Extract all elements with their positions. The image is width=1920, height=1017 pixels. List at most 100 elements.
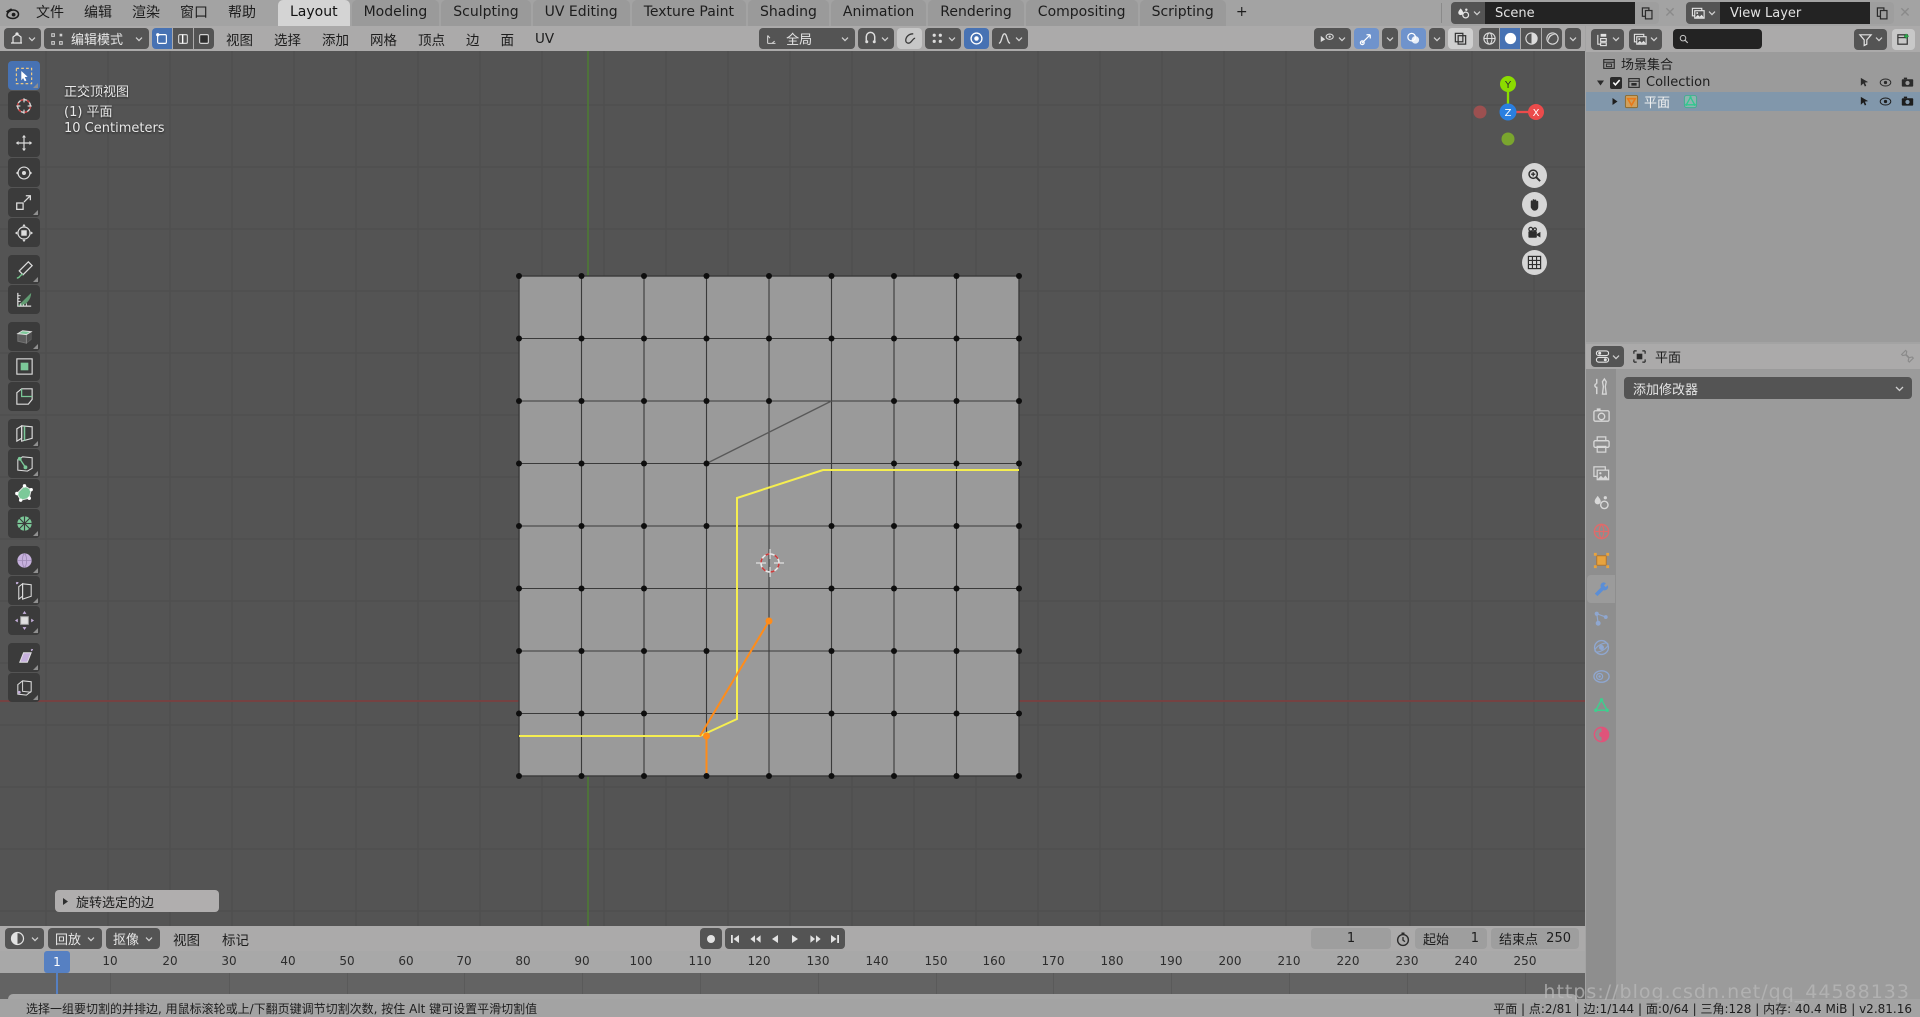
snapping-button[interactable] [858,28,895,49]
overlays-toggle[interactable] [1401,28,1426,49]
pin-icon[interactable] [1900,349,1915,364]
properties-tab-modifier[interactable] [1587,575,1615,603]
new-scene-icon[interactable] [1635,2,1659,24]
operator-redo-panel[interactable]: 旋转选定的边 [55,890,219,912]
tool-loop-cut[interactable] [8,419,40,448]
properties-tab-view-layer[interactable] [1587,459,1615,487]
tool-knife[interactable] [8,449,40,478]
collection-checkbox[interactable] [1610,76,1622,89]
overlays-options-button[interactable] [1429,28,1445,49]
properties-tab-material[interactable] [1587,720,1615,748]
material-shading-icon[interactable] [1521,28,1541,49]
workspace-tab-shading[interactable]: Shading [748,0,829,26]
menu-help[interactable]: 帮助 [218,1,266,25]
workspace-tab-scripting[interactable]: Scripting [1139,0,1226,26]
properties-tab-particles[interactable] [1587,604,1615,632]
remove-view-layer-icon[interactable]: ✕ [1894,2,1916,24]
camera-render-icon[interactable] [1901,95,1914,108]
tool-measure[interactable] [8,285,40,314]
interaction-mode-select[interactable]: 编辑模式 [44,28,149,49]
play-reverse-icon[interactable] [765,928,785,949]
view-layer-icon[interactable] [1686,2,1720,24]
scene-name-field[interactable]: Scene [1485,2,1635,24]
proportional-editing-toggle[interactable] [897,28,923,49]
new-view-layer-icon[interactable] [1870,2,1894,24]
timeline-menu-view[interactable]: 视图 [164,927,209,951]
scene-selector[interactable]: Scene ✕ [1451,2,1681,24]
timeline-editor-type-button[interactable] [5,928,44,949]
tool-shear[interactable] [8,643,40,672]
workspace-tab-layout[interactable]: Layout [278,0,350,26]
grid-ortho-icon[interactable] [1522,250,1547,275]
properties-editor-type-button[interactable] [1591,346,1624,367]
prev-keyframe-icon[interactable] [745,928,765,949]
outliner-display-mode-button[interactable] [1629,28,1662,50]
playhead-frame-indicator[interactable]: 1 [44,951,70,973]
eye-icon[interactable] [1879,95,1892,108]
tool-edge-slide[interactable] [8,576,40,605]
viewport-menu-mesh[interactable]: 网格 [361,27,406,51]
properties-tab-output[interactable] [1587,430,1615,458]
zoom-icon[interactable] [1522,163,1547,188]
workspace-tab-modeling[interactable]: Modeling [351,0,440,26]
workspace-tab-compositing[interactable]: Compositing [1025,0,1138,26]
viewport-menu-view[interactable]: 视图 [217,27,262,51]
shading-options-button[interactable] [1565,28,1581,49]
properties-tab-constraints[interactable] [1587,662,1615,690]
next-keyframe-icon[interactable] [805,928,825,949]
editor-type-button[interactable] [4,28,41,49]
rendered-shading-icon[interactable] [1542,28,1562,49]
face-select-icon[interactable] [194,28,214,49]
mesh-data-icon[interactable] [1683,94,1698,109]
workspace-tab-add[interactable]: + [1228,0,1256,26]
tool-rotate[interactable] [8,158,40,187]
proportional-falloff-button[interactable] [925,28,962,49]
outliner-row-scene-collection[interactable]: 场景集合 [1586,54,1920,73]
use-preview-range-icon[interactable] [1395,931,1411,947]
workspace-tab-sculpting[interactable]: Sculpting [441,0,531,26]
edge-select-icon[interactable] [173,28,193,49]
tool-extrude-region[interactable] [8,322,40,351]
proportional-connected-toggle[interactable] [964,28,990,49]
frame-start-field[interactable]: 起始 1 [1415,928,1487,949]
outliner-search-input[interactable] [1673,29,1762,49]
menu-edit[interactable]: 编辑 [74,1,122,25]
eye-icon[interactable] [1879,76,1892,89]
menu-window[interactable]: 窗口 [170,1,218,25]
properties-tab-scene[interactable] [1587,488,1615,516]
outliner-editor-type-button[interactable] [1591,28,1624,50]
view-layer-selector[interactable]: View Layer ✕ [1686,2,1916,24]
camera-render-icon[interactable] [1901,76,1914,89]
timeline-menu-marker[interactable]: 标记 [213,927,258,951]
tool-tweak-select-box[interactable] [8,61,40,90]
transform-orientation-select[interactable]: 全局 [759,28,856,49]
play-icon[interactable] [785,928,805,949]
properties-tab-physics[interactable] [1587,633,1615,661]
tool-inset-faces[interactable] [8,352,40,381]
frame-end-field[interactable]: 结束点 250 [1491,928,1579,949]
workspace-tab-animation[interactable]: Animation [830,0,927,26]
wireframe-shading-icon[interactable] [1479,28,1499,49]
workspace-tab-texture-paint[interactable]: Texture Paint [631,0,747,26]
blender-logo-icon[interactable] [0,0,26,26]
properties-tab-world[interactable] [1587,517,1615,545]
menu-file[interactable]: 文件 [26,1,74,25]
xray-toggle[interactable] [1448,28,1473,49]
viewport-canvas[interactable]: 正交顶视图 (1) 平面 10 Centimeters Z Y X 旋转选定的边 [0,51,1585,926]
viewport-menu-uv[interactable]: UV [526,29,563,49]
gizmo-options-button[interactable] [1382,28,1398,49]
viewport-3d-scene[interactable] [0,51,1585,926]
tool-rip-region[interactable] [8,673,40,702]
properties-tab-tool[interactable] [1587,372,1615,400]
outliner-search-field[interactable] [1693,32,1756,46]
menu-render[interactable]: 渲染 [122,1,170,25]
gizmo-toggle[interactable] [1354,28,1379,49]
viewport-menu-face[interactable]: 面 [492,27,524,51]
playback-dropdown[interactable]: 回放 [48,928,103,949]
current-frame-field[interactable]: 1 [1311,928,1391,949]
new-collection-button[interactable] [1892,28,1915,50]
outliner-row-collection[interactable]: Collection [1586,73,1920,92]
falloff-type-button[interactable] [992,28,1029,49]
viewport-menu-add[interactable]: 添加 [313,27,358,51]
viewport-menu-edge[interactable]: 边 [457,27,489,51]
